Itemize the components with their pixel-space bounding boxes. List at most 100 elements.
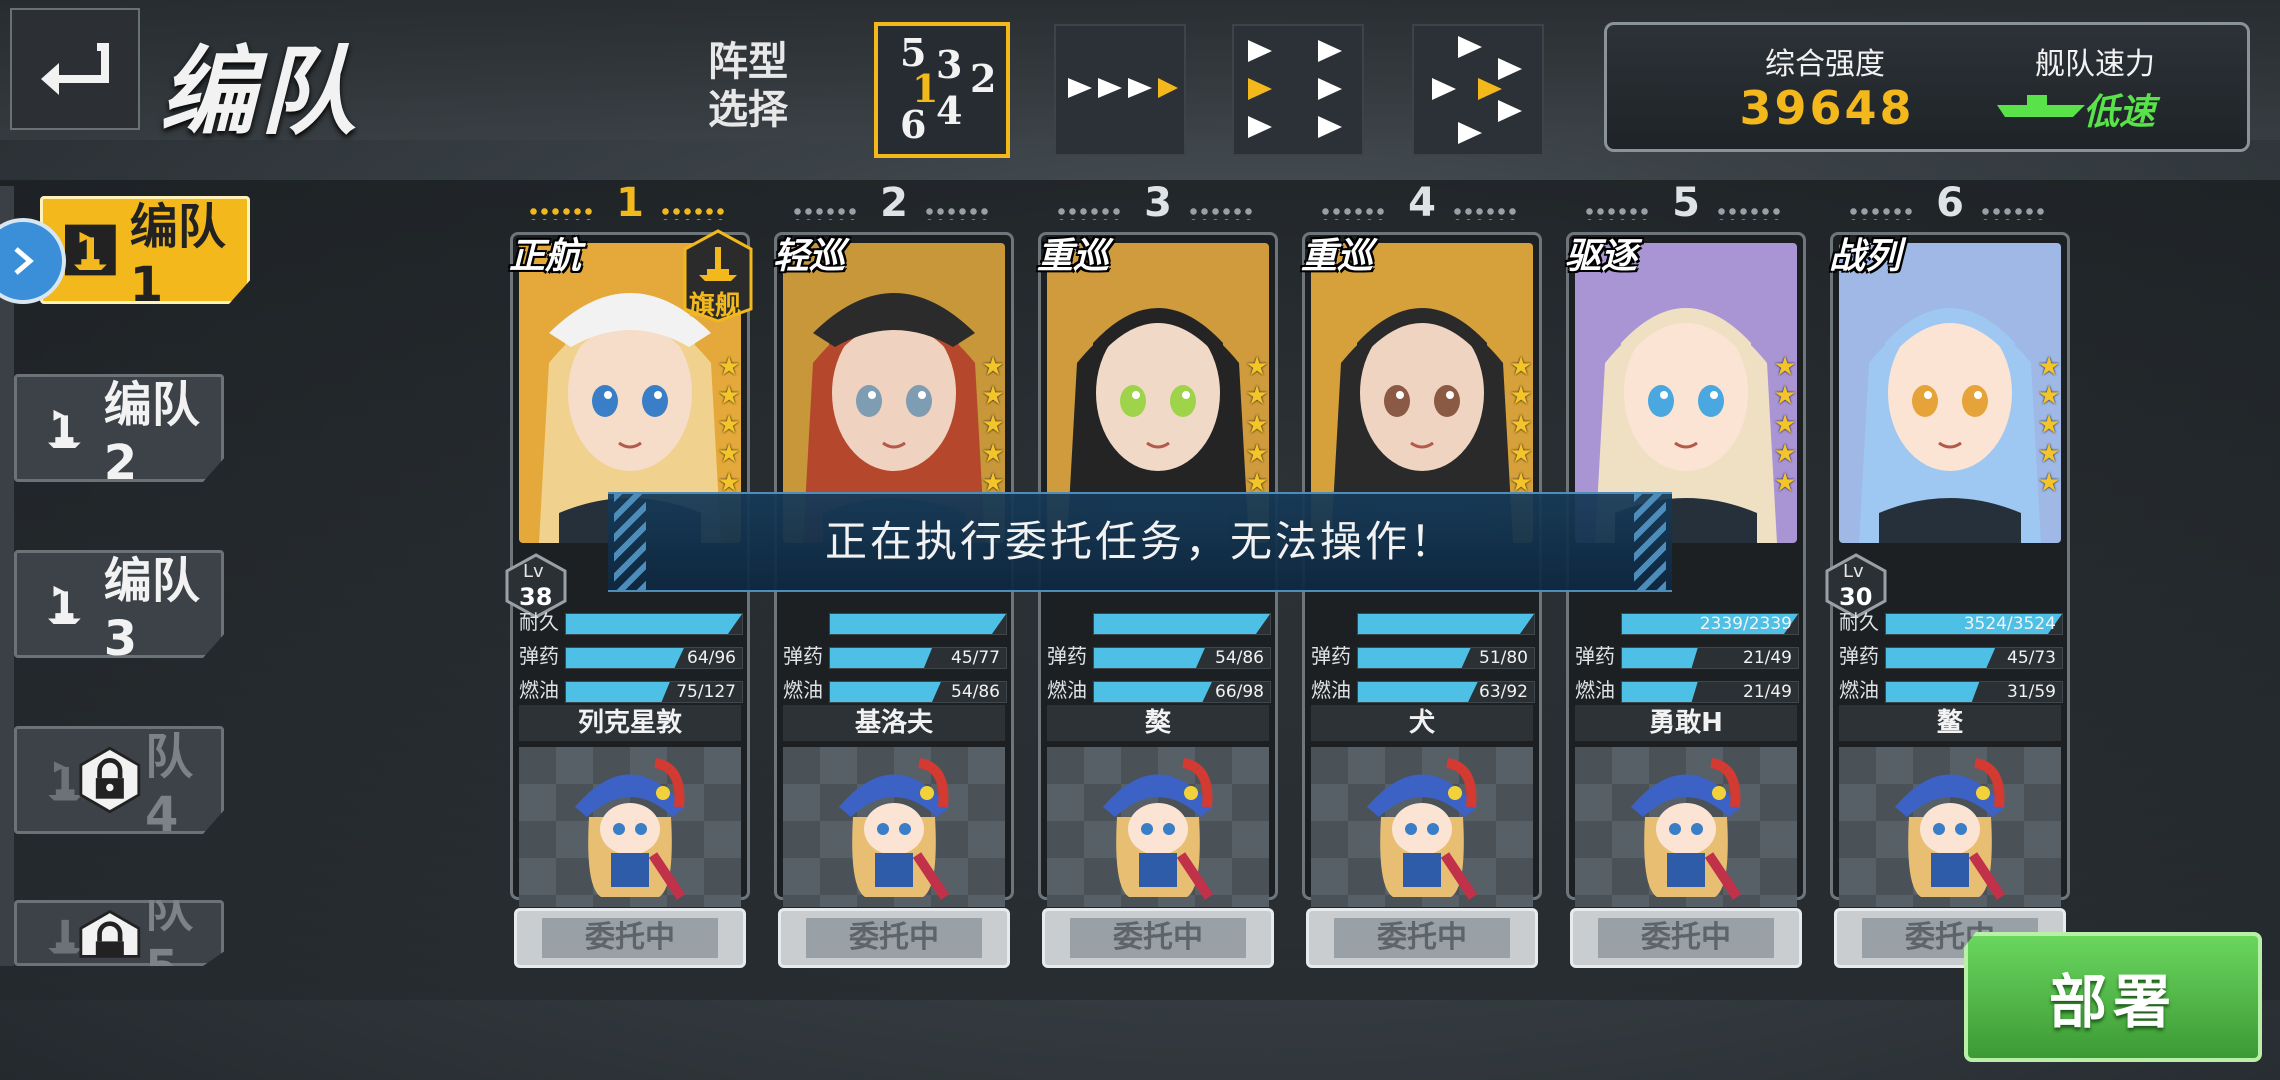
ship-type-label: 驱逐 [1565,236,1638,277]
ship-portrait [1839,243,2061,543]
lock-icon [79,909,141,958]
star-icon: ★ [1245,439,1269,469]
commission-status-button[interactable]: 委托中 [1570,908,1802,968]
chibi-character-image [1895,758,2006,900]
sidebar-item-fleet-1[interactable]: 编队1 [40,196,250,304]
fuel-bar: 54/86 [829,681,1007,703]
sidebar-item-label: 编队3 [103,553,200,667]
ship-card[interactable]: 战列 ★ ★ ★ ★ ★ Lv 30 耐久 3524/3524 弹药 45/73 燃油 3… [1825,232,2070,947]
chevron-right-icon [14,247,34,275]
sidebar-rail [0,186,14,966]
page-title: 编队 [160,36,360,148]
ship-name: 基洛夫 [783,705,1005,741]
fuel-bar: 66/98 [1093,681,1271,703]
star-icon: ★ [1773,439,1797,469]
sidebar-item-fleet-3[interactable]: 编队3 [14,550,224,658]
formation-column-icon [1068,78,1178,98]
durability-bar [565,613,743,635]
speed-ship-icon [1997,95,2085,117]
ammo-label: 弹药 [1047,644,1087,668]
fleet-stats-panel: 综合强度 39648 舰队速力 低速 [1604,22,2250,152]
durability-row [1309,607,1535,637]
ship-name: 列克星敦 [519,705,741,741]
durability-row: 2339/2339 [1573,607,1799,637]
commission-status-label: 委托中 [542,918,718,958]
durability-bar: 3524/3524 [1885,613,2063,635]
back-button[interactable] [10,8,140,130]
sidebar-item-label: 编队1 [129,199,226,313]
star-icon: ★ [2037,439,2061,469]
star-icon: ★ [717,381,741,411]
ammo-row: 弹药 64/96 [517,641,743,671]
ammo-value: 45/77 [951,648,1000,668]
sidebar-item-fleet-2[interactable]: 编队2 [14,374,224,482]
star-icon: ★ [717,410,741,440]
fleet-ship-icon [65,224,116,276]
fuel-row: 燃油 31/59 [1837,675,2063,705]
durability-row: 耐久 [517,607,743,637]
star-icon: ★ [1245,381,1269,411]
chibi-character-image [1631,758,1742,900]
star-icon: ★ [1245,410,1269,440]
speed-value: 低速 [2083,92,2156,133]
deploy-label: 部署 [2048,968,2177,1036]
strength-label: 综合强度 [1765,47,1885,82]
ship-name: 犬 [1311,705,1533,741]
sidebar-item-fleet-5[interactable]: 队5 [14,900,224,966]
chibi-character-image [1103,758,1214,900]
ammo-value: 51/80 [1479,648,1528,668]
fuel-value: 54/86 [951,682,1000,702]
ammo-row: 弹药 54/86 [1045,641,1271,671]
deploy-button[interactable]: 部署 [1964,932,2262,1062]
formation-number: 6 [900,102,927,147]
ship-slot-6[interactable]: 6 战列 ★ ★ ★ ★ ★ Lv 30 耐久 3524/3524 弹药 45/… [1825,180,2070,990]
commission-status-label: 委托中 [1598,918,1774,958]
fuel-row: 燃油 75/127 [517,675,743,705]
star-icon: ★ [1773,381,1797,411]
chibi-character-image [839,758,950,900]
ammo-bar: 21/49 [1621,647,1799,669]
star-icon: ★ [2037,410,2061,440]
formation-number: 2 [970,56,997,101]
commission-status-button[interactable]: 委托中 [778,908,1010,968]
fuel-row: 燃油 21/49 [1573,675,1799,705]
slot-number: 3 [1144,180,1172,226]
rarity-stars: ★ ★ ★ ★ ★ [1243,353,1271,498]
fuel-value: 63/92 [1479,682,1528,702]
level-label: Lv [523,561,544,582]
fuel-label: 燃油 [1839,678,1879,702]
star-icon: ★ [1773,352,1797,382]
commission-status-button[interactable]: 委托中 [1042,908,1274,968]
ammo-value: 54/86 [1215,648,1264,668]
formation-option-column[interactable] [1054,24,1186,156]
sidebar-item-fleet-4[interactable]: 队4 [14,726,224,834]
formation-option-wedge[interactable] [1412,24,1544,156]
star-icon: ★ [2037,352,2061,382]
fuel-value: 66/98 [1215,682,1264,702]
slot-number: 6 [1936,180,1964,226]
durability-bar [829,613,1007,635]
star-icon: ★ [1245,352,1269,382]
durability-row [781,607,1007,637]
slot-number: 5 [1672,180,1700,226]
formation-wedge-icon [1432,36,1522,144]
rarity-stars: ★ ★ ★ ★ ★ [1771,353,1799,498]
durability-value: 2339/2339 [1699,614,1792,634]
commission-status-button[interactable]: 委托中 [1306,908,1538,968]
mission-character-panel [1839,747,2061,907]
durability-row: 耐久 3524/3524 [1837,607,2063,637]
fleet-ship-icon [48,585,81,624]
formation-option-ring[interactable]: 5 3 1 2 6 4 [874,22,1010,158]
flagship-label: 旗舰 [689,291,742,321]
star-icon: ★ [981,381,1005,411]
ship-type-label: 轻巡 [773,236,846,277]
formation-option-double[interactable] [1232,24,1364,156]
ammo-bar: 45/77 [829,647,1007,669]
ammo-label: 弹药 [519,644,559,668]
mission-character-panel [1047,747,1269,907]
ammo-value: 45/73 [2007,648,2056,668]
commission-status-button[interactable]: 委托中 [514,908,746,968]
flagship-badge: 旗舰 [683,229,753,323]
star-icon: ★ [1509,439,1533,469]
ammo-value: 64/96 [687,648,736,668]
